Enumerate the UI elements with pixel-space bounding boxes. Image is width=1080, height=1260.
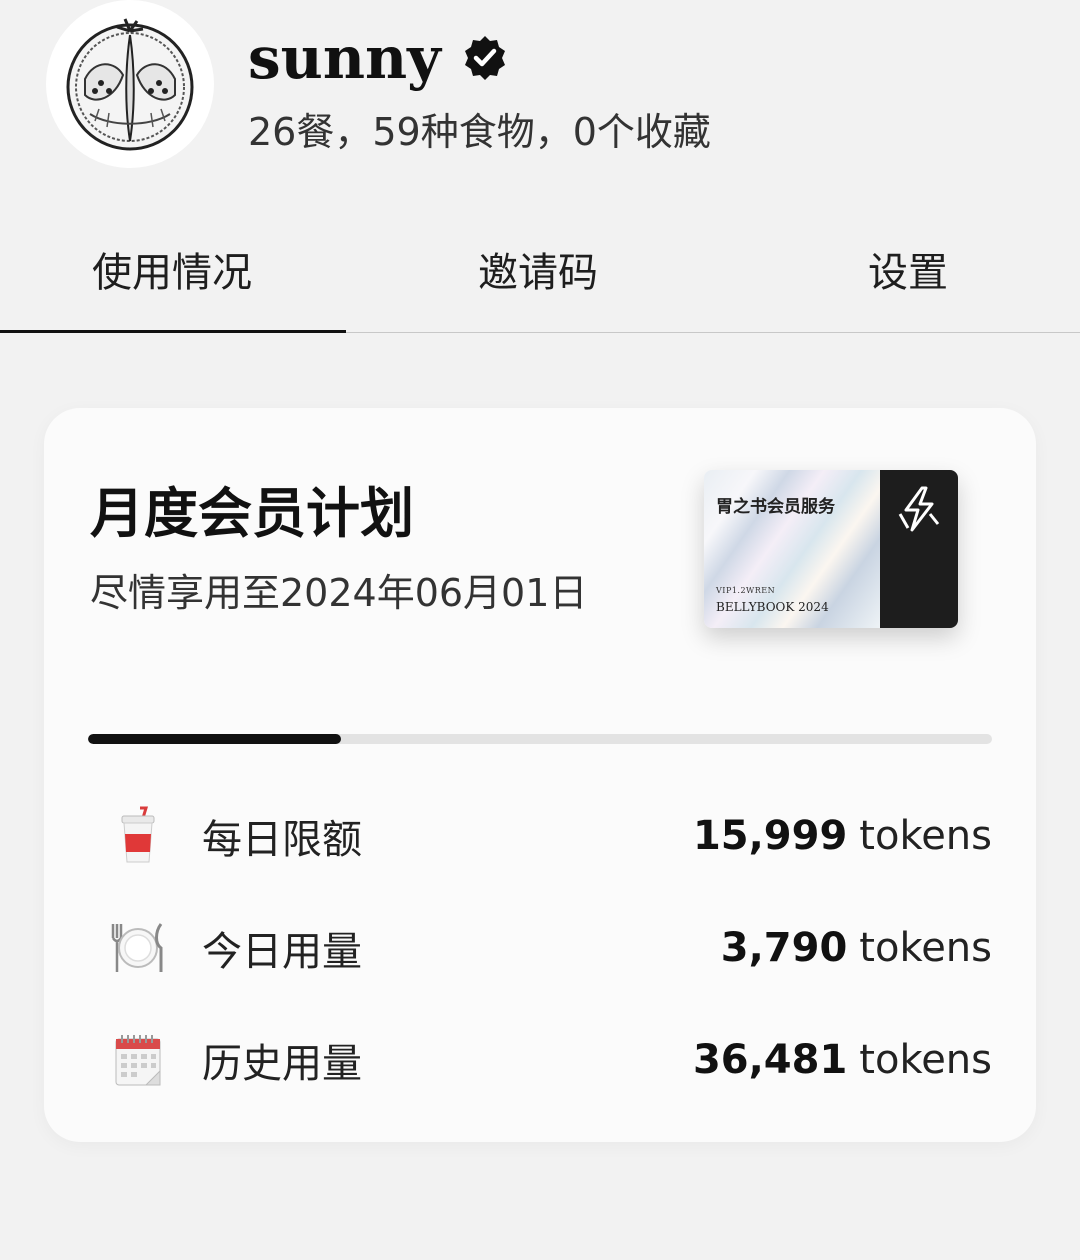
usage-number: 36,481 (692, 1037, 848, 1083)
usage-unit: tokens (859, 1037, 992, 1083)
plate-cutlery-icon (88, 920, 188, 976)
profile-stats: 26餐，59种食物，0个收藏 (248, 110, 711, 154)
calendar-icon (88, 1031, 188, 1089)
usage-label: 历史用量 (202, 1041, 362, 1087)
usage-unit: tokens (859, 925, 992, 971)
tomato-sketch-icon (66, 18, 194, 151)
username: sunny (248, 22, 509, 94)
usage-row-history: 历史用量 36,481 tokens (88, 1020, 992, 1100)
usage-progress-bar (88, 734, 992, 744)
tab-settings[interactable]: 设置 (868, 246, 948, 300)
usage-unit: tokens (859, 813, 992, 859)
usage-number: 15,999 (692, 813, 848, 859)
username-text: sunny (248, 24, 441, 92)
tab-invite-code[interactable]: 邀请码 (478, 246, 598, 300)
usage-value: 3,790 tokens (721, 925, 992, 971)
tab-usage[interactable]: 使用情况 (92, 246, 252, 300)
usage-value: 36,481 tokens (693, 1037, 992, 1083)
usage-value: 15,999 tokens (693, 813, 992, 859)
cup-with-straw-icon (88, 806, 188, 866)
membership-card-panel: 月度会员计划 尽情享用至2024年06月01日 胃之书会员服务 VIP1.2WR… (44, 408, 1036, 1142)
verified-badge-icon (461, 34, 509, 82)
usage-label: 每日限额 (202, 817, 362, 863)
avatar[interactable] (46, 0, 214, 168)
usage-row-today: 今日用量 3,790 tokens (88, 908, 992, 988)
usage-label: 今日用量 (202, 929, 362, 975)
member-card-name: 胃之书会员服务 (716, 497, 835, 517)
plan-title: 月度会员计划 (90, 481, 414, 545)
plan-expiry: 尽情享用至2024年06月01日 (90, 571, 588, 615)
usage-number: 3,790 (720, 925, 848, 971)
usage-row-daily-limit: 每日限额 15,999 tokens (88, 796, 992, 876)
member-card-image: 胃之书会员服务 VIP1.2WREN BELLYBOOK 2024 (704, 470, 958, 628)
tab-bar: 使用情况 邀请码 设置 (0, 222, 1080, 333)
member-card-vip-code: VIP1.2WREN (716, 586, 776, 595)
usage-progress-fill (88, 734, 342, 744)
active-tab-indicator (0, 330, 346, 333)
lightning-icon (898, 486, 940, 532)
member-card-brand: BELLYBOOK 2024 (716, 600, 829, 614)
